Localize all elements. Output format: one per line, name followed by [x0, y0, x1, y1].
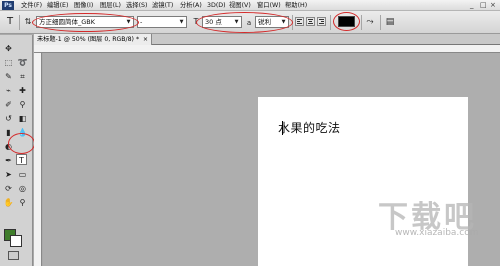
- warp-text-icon[interactable]: ⤳: [364, 16, 376, 28]
- align-left-button[interactable]: [295, 17, 304, 26]
- menu-window[interactable]: 窗口(W): [257, 1, 281, 10]
- separator: [380, 15, 381, 30]
- 3d-camera-tool-icon[interactable]: ◎: [17, 183, 28, 194]
- canvas-text-layer[interactable]: 水果的吃法: [278, 119, 341, 136]
- align-right-button[interactable]: [317, 17, 326, 26]
- document-tab-bar: 未标题-1 @ 50% (图层 0, RGB/8) * ×: [34, 34, 500, 45]
- eraser-tool-icon[interactable]: ◧: [17, 113, 28, 124]
- menu-filter[interactable]: 滤镜(T): [152, 1, 173, 10]
- photoshop-logo: Ps: [2, 1, 14, 10]
- type-tool-icon[interactable]: T: [16, 154, 27, 165]
- menu-layer[interactable]: 图层(L): [100, 1, 121, 10]
- document-tab[interactable]: 未标题-1 @ 50% (图层 0, RGB/8) * ×: [34, 34, 152, 45]
- text-tool-preset-icon[interactable]: T: [4, 16, 16, 28]
- horizontal-ruler[interactable]: [34, 45, 500, 53]
- menu-edit[interactable]: 编辑(E): [47, 1, 69, 10]
- path-select-tool-icon[interactable]: ➤: [3, 169, 14, 180]
- menu-bar: Ps 文件(F) 编辑(E) 图像(I) 图层(L) 选择(S) 滤镜(T) 分…: [0, 0, 500, 11]
- hand-tool-icon[interactable]: ✋: [3, 197, 14, 208]
- brush-tool-icon[interactable]: ✐: [3, 99, 14, 110]
- annotation-ellipse-font: [32, 13, 139, 32]
- separator: [19, 15, 20, 30]
- character-panel-icon[interactable]: ▤: [384, 16, 396, 28]
- menu-file[interactable]: 文件(F): [21, 1, 42, 10]
- move-tool-icon[interactable]: ✥: [3, 43, 14, 54]
- font-style-value: -: [140, 18, 143, 26]
- menu-analysis[interactable]: 分析(A): [180, 1, 202, 10]
- separator: [361, 15, 362, 30]
- close-icon[interactable]: ×: [143, 34, 148, 45]
- annotation-ellipse-size: [196, 12, 293, 33]
- shape-tool-icon[interactable]: ▭: [17, 169, 28, 180]
- marquee-tool-icon[interactable]: ⬚: [3, 57, 14, 68]
- annotation-ellipse-type-tool: [8, 133, 35, 154]
- background-color-swatch[interactable]: [10, 235, 22, 247]
- 3d-rotate-tool-icon[interactable]: ⟳: [3, 183, 14, 194]
- quick-mask-button[interactable]: [8, 251, 19, 260]
- text-cursor: [282, 121, 283, 135]
- minimize-button[interactable]: _: [470, 1, 474, 10]
- healing-tool-icon[interactable]: ✚: [17, 85, 28, 96]
- lasso-tool-icon[interactable]: ➰: [17, 57, 28, 68]
- annotation-ellipse-color: [333, 12, 360, 31]
- chevron-down-icon: ▼: [179, 19, 184, 25]
- font-style-select[interactable]: - ▼: [137, 16, 187, 28]
- zoom-tool-icon[interactable]: ⚲: [17, 197, 28, 208]
- menu-3d[interactable]: 3D(D): [207, 1, 226, 10]
- crop-tool-icon[interactable]: ⌗: [17, 71, 28, 82]
- menu-help[interactable]: 帮助(H): [285, 1, 307, 10]
- document-tab-title: 未标题-1 @ 50% (图层 0, RGB/8) *: [37, 36, 140, 43]
- eyedropper-tool-icon[interactable]: ⌁: [3, 85, 14, 96]
- history-brush-tool-icon[interactable]: ↺: [3, 113, 14, 124]
- close-window-button[interactable]: ×: [490, 1, 496, 10]
- stamp-tool-icon[interactable]: ⚲: [17, 99, 28, 110]
- vertical-ruler[interactable]: [34, 53, 42, 266]
- quick-select-tool-icon[interactable]: ✎: [3, 71, 14, 82]
- pen-tool-icon[interactable]: ✒: [3, 155, 14, 166]
- watermark-url: www.xiazaiba.com: [395, 228, 479, 238]
- menu-view[interactable]: 视图(V): [229, 1, 251, 10]
- menu-image[interactable]: 图像(I): [74, 1, 93, 10]
- maximize-button[interactable]: □: [480, 1, 487, 10]
- align-center-button[interactable]: [306, 17, 315, 26]
- menu-select[interactable]: 选择(S): [126, 1, 148, 10]
- separator: [330, 15, 331, 30]
